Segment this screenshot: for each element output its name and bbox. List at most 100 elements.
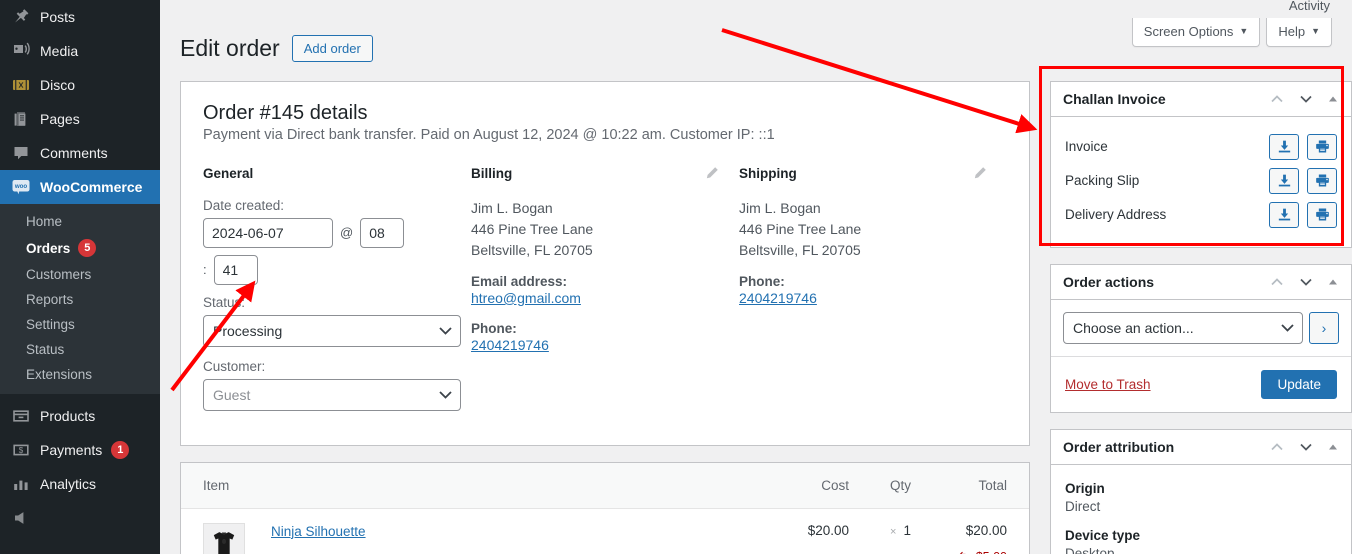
print-delivery-address-button[interactable]: [1307, 201, 1337, 228]
sidebar-item-disco[interactable]: Disco: [0, 68, 160, 102]
secondary-column: Challan Invoice Invoice Packing Slip Del…: [1050, 80, 1352, 554]
sidebar-item-comments[interactable]: Comments: [0, 136, 160, 170]
sidebar-item-analytics[interactable]: Analytics: [0, 467, 160, 501]
attribution-origin: Origin Direct: [1065, 481, 1337, 514]
toggle-panel-icon[interactable]: [1327, 93, 1339, 105]
move-up-icon[interactable]: [1269, 91, 1285, 107]
document-row-delivery-address: Delivery Address: [1065, 198, 1337, 232]
sidebar-subitem-label: Home: [26, 214, 63, 229]
sidebar-item-label: WooCommerce: [40, 179, 143, 195]
general-heading: General: [203, 165, 254, 181]
billing-phone-label: Phone:: [471, 320, 517, 336]
order-shipping-section: Shipping Jim L. Bogan 446 Pine Tree Lane…: [739, 166, 1007, 423]
download-icon: [1278, 141, 1290, 153]
sidebar-subitem-label: Status: [26, 342, 65, 357]
admin-sidebar: Posts Media Disco Pages Comments woo Woo…: [0, 0, 160, 554]
product-name-link[interactable]: Ninja Silhouette: [271, 524, 366, 539]
chevron-down-icon: ▼: [1239, 26, 1249, 36]
shipping-heading: Shipping: [739, 165, 797, 181]
order-billing-section: Billing Jim L. Bogan 446 Pine Tree Lane …: [471, 166, 739, 423]
sidebar-item-payments[interactable]: $ Payments 1: [0, 433, 160, 467]
sidebar-subitem-status[interactable]: Status: [0, 337, 160, 362]
order-hour-input[interactable]: [360, 217, 405, 248]
order-minute-input[interactable]: [213, 254, 258, 285]
main-content: Activity Screen Options ▼ Help ▼ Edit or…: [160, 0, 1352, 554]
page-title: Edit order: [180, 35, 280, 61]
items-table-header: Item Cost Qty Total: [181, 462, 1029, 509]
print-invoice-button[interactable]: [1307, 133, 1337, 160]
move-to-trash-link[interactable]: Move to Trash: [1065, 377, 1151, 392]
print-packing-slip-button[interactable]: [1307, 167, 1337, 194]
product-thumbnail: [203, 522, 245, 554]
add-order-button[interactable]: Add order: [291, 35, 373, 63]
date-created-input[interactable]: [203, 217, 333, 248]
item-details: Ninja Silhouette SKU: T-SHIRT-NINJA-SILH…: [245, 523, 753, 554]
sidebar-item-label: Analytics: [40, 476, 97, 492]
edit-shipping-pencil-icon[interactable]: [973, 166, 987, 180]
edit-billing-pencil-icon[interactable]: [705, 166, 719, 180]
date-created-label: Date created:: [203, 197, 285, 213]
move-down-icon[interactable]: [1298, 439, 1314, 455]
sidebar-item-pages[interactable]: Pages: [0, 102, 160, 136]
sidebar-item-media[interactable]: Media: [0, 34, 160, 68]
sidebar-subitem-reports[interactable]: Reports: [0, 287, 160, 312]
sidebar-item-label: Comments: [40, 145, 108, 161]
item-refund: ↰ -$5.00: [911, 549, 1007, 554]
qty-multiplier: ×: [890, 525, 897, 538]
shipping-citystate: Beltsville, FL 20705: [739, 241, 861, 258]
sidebar-subitem-home[interactable]: Home: [0, 209, 160, 234]
billing-phone-link[interactable]: 2404219746: [471, 337, 549, 353]
colon-separator: :: [203, 262, 207, 278]
download-invoice-button[interactable]: [1269, 133, 1299, 160]
status-label: Status:: [203, 294, 246, 310]
order-actions-footer: Move to Trash Update: [1051, 357, 1351, 412]
download-delivery-address-button[interactable]: [1269, 201, 1299, 228]
download-packing-slip-button[interactable]: [1269, 167, 1299, 194]
order-general-section: General Date created: @ :: [203, 166, 471, 423]
woo-icon: woo: [12, 180, 30, 195]
ticket-icon: [13, 80, 29, 90]
sidebar-item-label: Products: [40, 408, 96, 424]
column-header-qty: Qty: [889, 477, 911, 493]
sidebar-subitem-label: Customers: [26, 267, 92, 282]
help-button[interactable]: Help ▼: [1266, 18, 1332, 47]
toggle-panel-icon[interactable]: [1327, 276, 1339, 288]
sidebar-item-products[interactable]: Products: [0, 399, 160, 433]
sidebar-subitem-orders[interactable]: Orders 5: [0, 234, 160, 262]
sidebar-subitem-customers[interactable]: Customers: [0, 262, 160, 287]
apply-action-button[interactable]: ›: [1309, 311, 1339, 344]
screen-options-button[interactable]: Screen Options ▼: [1131, 18, 1261, 47]
print-icon: [1315, 174, 1329, 187]
toggle-panel-icon[interactable]: [1327, 441, 1339, 453]
move-up-icon[interactable]: [1269, 274, 1285, 290]
order-status-select[interactable]: Processing: [203, 314, 461, 347]
sidebar-item-woocommerce[interactable]: woo WooCommerce: [0, 170, 160, 204]
choose-action-select[interactable]: Choose an action...: [1063, 311, 1303, 344]
document-label: Delivery Address: [1065, 207, 1167, 223]
order-customer-select[interactable]: Guest: [203, 378, 461, 411]
order-details-heading: Order #145 details: [203, 101, 368, 124]
sidebar-item-posts[interactable]: Posts: [0, 0, 160, 34]
challan-invoice-panel: Challan Invoice Invoice Packing Slip Del…: [1050, 80, 1352, 248]
sidebar-item-partial[interactable]: [0, 501, 160, 535]
screen-options-label: Screen Options: [1143, 24, 1234, 39]
billing-email-link[interactable]: htreo@gmail.com: [471, 290, 581, 306]
move-down-icon[interactable]: [1298, 274, 1314, 290]
order-attribution-title: Order attribution: [1063, 438, 1175, 455]
svg-text:woo: woo: [14, 183, 28, 190]
move-up-icon[interactable]: [1269, 439, 1285, 455]
customer-select-wrap: Guest: [203, 378, 461, 411]
order-actions-body: Choose an action... ›: [1051, 300, 1351, 357]
move-down-icon[interactable]: [1298, 91, 1314, 107]
sidebar-subitem-settings[interactable]: Settings: [0, 312, 160, 337]
billing-citystate: Beltsville, FL 20705: [471, 241, 593, 258]
document-label: Invoice: [1065, 139, 1108, 155]
products-icon: [13, 410, 29, 422]
sidebar-subitem-extensions[interactable]: Extensions: [0, 362, 160, 387]
order-actions-panel: Order actions Choose an action... › Move…: [1050, 263, 1352, 413]
order-attribution-body: Origin Direct Device type Desktop: [1051, 465, 1351, 554]
customer-label: Customer:: [203, 358, 266, 374]
update-order-button[interactable]: Update: [1261, 369, 1337, 399]
document-row-invoice: Invoice: [1065, 130, 1337, 164]
shipping-phone-link[interactable]: 2404219746: [739, 290, 817, 306]
